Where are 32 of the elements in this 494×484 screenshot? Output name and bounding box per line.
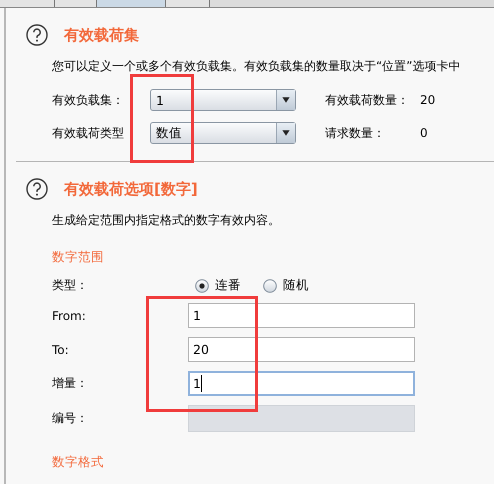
field-label: 有效载荷类型 (52, 124, 125, 142)
info-value: 0 (420, 126, 429, 140)
field-label: 类型： (52, 277, 89, 294)
input-field[interactable]: 1 (188, 303, 415, 328)
dropdown[interactable]: 数值 (150, 122, 296, 144)
field-label: 有效负载集： (52, 92, 125, 108)
tab[interactable] (166, 0, 210, 7)
info-label: 有效载荷数量： (325, 92, 410, 108)
tab[interactable] (55, 0, 97, 7)
caret-icon (276, 90, 295, 110)
field-label: 编号： (52, 410, 89, 427)
section-description: 生成给定范围内指定格式的数字有效内容。 (52, 212, 281, 229)
section-description: 您可以定义一个或多个有效负载集。有效负载集的数量取决于“位置”选项卡中 (52, 58, 462, 75)
field-label: 增量： (52, 375, 89, 392)
help-icon[interactable] (26, 24, 48, 46)
section-title: 有效载荷选项[数字] (64, 180, 198, 198)
help-icon[interactable] (26, 178, 48, 200)
radio-option[interactable]: 连番 (195, 277, 241, 294)
input-field[interactable]: 20 (188, 337, 415, 362)
radio-option[interactable]: 随机 (263, 277, 309, 294)
section-title: 有效载荷集 (64, 26, 139, 44)
dropdown[interactable]: 1 (150, 89, 296, 111)
radio-button[interactable] (195, 278, 209, 292)
radio-button[interactable] (263, 278, 277, 292)
subsection-heading: 数字范围 (52, 249, 105, 266)
input-field[interactable]: 1 (188, 371, 415, 396)
caret-icon (276, 123, 295, 143)
subsection-heading: 数字格式 (52, 454, 105, 471)
field-label: To: (52, 342, 70, 356)
info-value: 20 (420, 93, 436, 107)
field-label: From: (52, 308, 87, 322)
info-label: 请求数量： (325, 124, 386, 142)
